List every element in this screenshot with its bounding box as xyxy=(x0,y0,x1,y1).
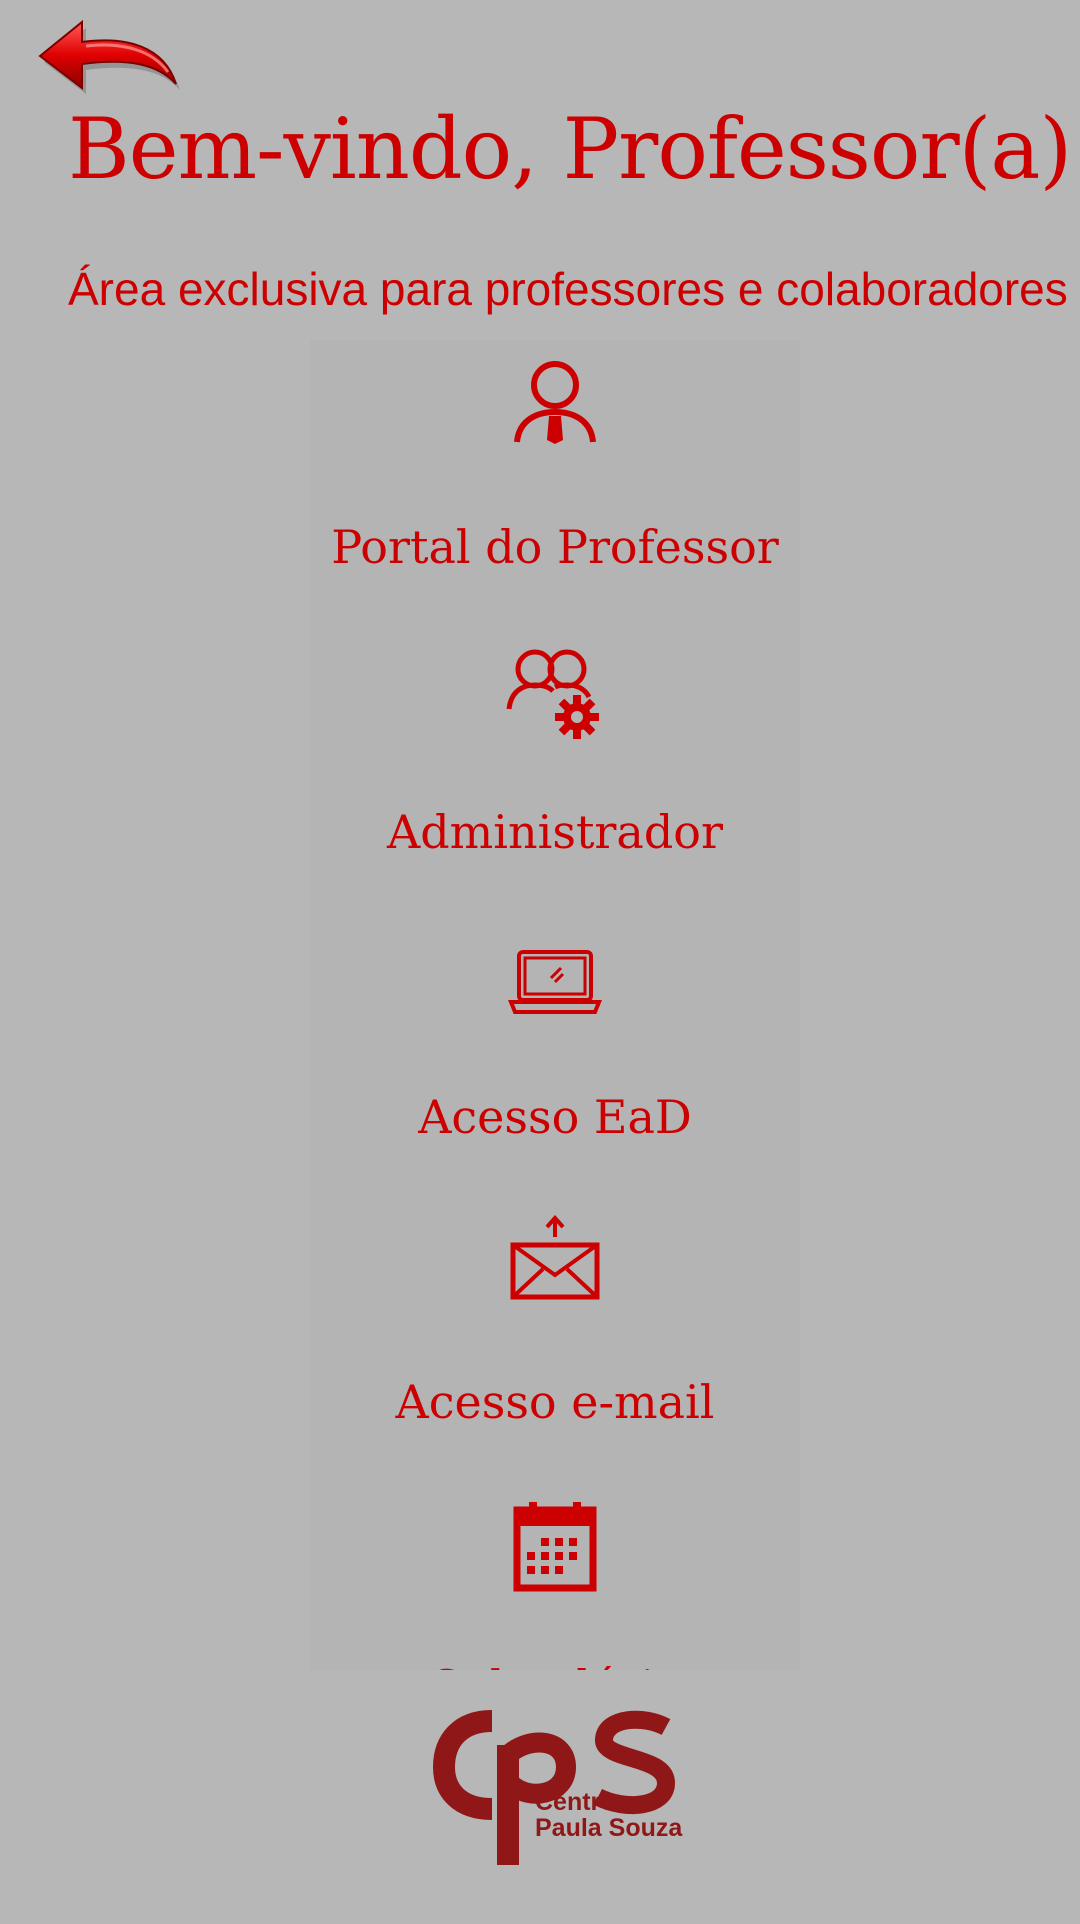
menu-item-administrador[interactable]: Administrador xyxy=(310,645,800,875)
professor-user-icon xyxy=(514,361,596,444)
menu-item-label: Administrador xyxy=(387,805,723,859)
menu-item-label: Calendário xyxy=(310,1660,800,1670)
menu-item-acesso-ead[interactable]: Acesso EaD xyxy=(310,930,800,1160)
menu-item-label: Acesso EaD xyxy=(418,1090,692,1144)
logo-text-line2: Paula Souza xyxy=(535,1814,683,1842)
page-title: Bem-vindo, Professor(a)! xyxy=(68,100,1080,198)
menu-item-portal-do-professor[interactable]: Portal do Professor xyxy=(310,360,800,590)
menu-item-label: Acesso e-mail xyxy=(395,1375,715,1429)
laptop-icon xyxy=(508,950,602,1014)
logo-text-line1: Centro xyxy=(535,1788,616,1816)
menu-item-acesso-email[interactable]: Acesso e-mail xyxy=(310,1215,800,1445)
back-arrow-icon xyxy=(38,19,180,94)
back-button[interactable] xyxy=(34,18,186,98)
menu-list[interactable]: Portal do Professor Administrador Acesso… xyxy=(310,340,800,1670)
admin-users-gear-icon xyxy=(506,649,599,739)
professor-welcome-screen: Bem-vindo, Professor(a)! Área exclusiva … xyxy=(0,0,1080,1924)
calendar-icon xyxy=(513,1502,597,1592)
menu-item-label: Portal do Professor xyxy=(331,520,779,574)
email-icon xyxy=(510,1215,600,1300)
page-subtitle: Área exclusiva para professores e colabo… xyxy=(68,263,1068,315)
menu-item-calendario[interactable]: Calendário xyxy=(310,1500,800,1670)
